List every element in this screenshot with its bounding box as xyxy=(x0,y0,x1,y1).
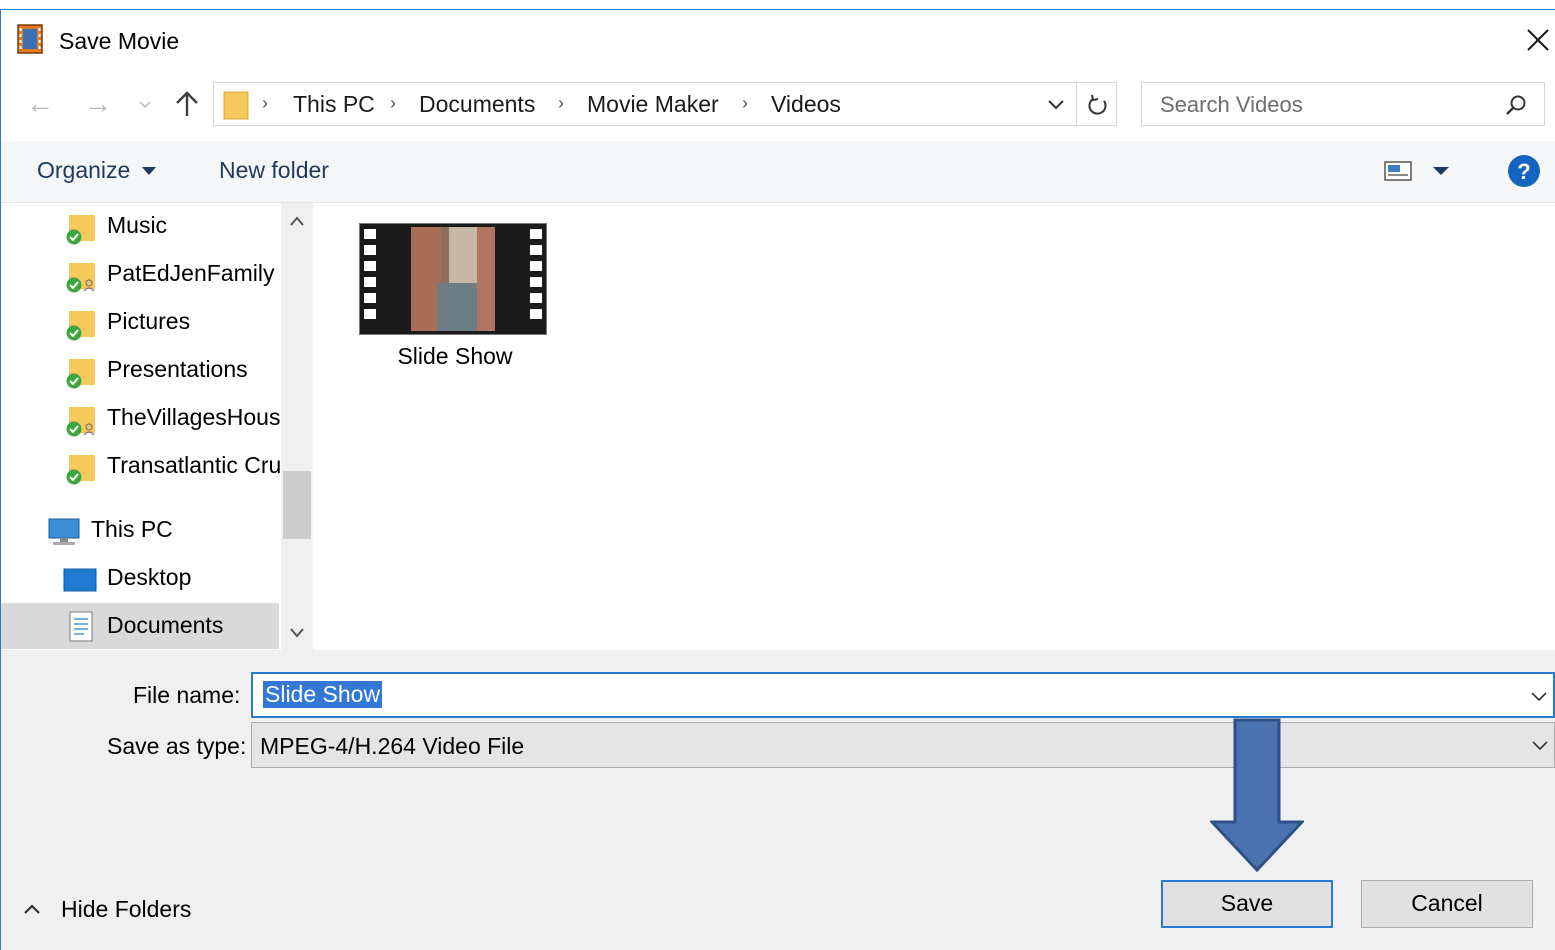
nav-item-label: Transatlantic Cru xyxy=(107,452,281,478)
navigation-pane: Music PatEdJenFamily Pictures Presentati… xyxy=(1,203,313,650)
nav-item-presentations[interactable]: Presentations xyxy=(1,347,279,393)
save-as-type-label: Save as type: xyxy=(107,733,247,759)
synced-folder-icon xyxy=(66,215,95,245)
nav-item-label: Pictures xyxy=(107,308,191,334)
organize-menu-button[interactable]: Organize xyxy=(37,157,130,184)
synced-folder-icon xyxy=(66,455,95,485)
nav-item-label: TheVillagesHous xyxy=(107,404,281,430)
search-icon[interactable] xyxy=(1504,93,1528,117)
save-as-type-value: MPEG-4/H.264 Video File xyxy=(260,733,525,759)
file-name-dropdown-chevron-icon[interactable] xyxy=(1529,686,1549,706)
synced-folder-icon xyxy=(66,311,95,341)
file-list-view: Slide Show xyxy=(315,203,1555,650)
back-arrow-icon[interactable]: ← xyxy=(26,88,54,120)
nav-item-label: Presentations xyxy=(107,356,248,382)
nav-item-transatlantic-cruise[interactable]: Transatlantic Cru xyxy=(1,443,281,489)
new-folder-button[interactable]: New folder xyxy=(219,157,329,184)
shared-synced-folder-icon xyxy=(66,263,95,293)
close-icon[interactable] xyxy=(1524,26,1552,54)
breadcrumb-separator-icon: › xyxy=(742,93,748,113)
nav-scrollbar[interactable] xyxy=(281,203,313,650)
refresh-icon[interactable] xyxy=(1086,93,1110,117)
organize-dropdown-caret-icon[interactable] xyxy=(141,166,157,176)
cancel-button[interactable]: Cancel xyxy=(1361,880,1533,928)
window-title: Save Movie xyxy=(59,28,180,54)
nav-item-label: Documents xyxy=(107,612,224,638)
breadcrumb-movie-maker[interactable]: Movie Maker xyxy=(587,91,719,118)
title-bar: Save Movie xyxy=(0,10,1555,72)
search-input[interactable] xyxy=(1158,91,1492,119)
breadcrumb-videos[interactable]: Videos xyxy=(771,91,841,118)
nav-item-thevillageshous[interactable]: TheVillagesHous xyxy=(1,395,281,441)
address-bar[interactable]: › This PC › Documents › Movie Maker › Vi… xyxy=(213,82,1117,126)
file-item-slide-show[interactable]: Slide Show xyxy=(355,221,555,381)
recent-locations-chevron-icon[interactable] xyxy=(138,100,152,110)
svg-text:?: ? xyxy=(1517,159,1530,184)
down-arrow-annotation-icon xyxy=(1210,718,1304,872)
computer-icon xyxy=(48,518,80,545)
breadcrumb-documents[interactable]: Documents xyxy=(419,91,535,118)
nav-item-desktop[interactable]: Desktop xyxy=(1,555,279,601)
up-folder-arrow-icon[interactable] xyxy=(174,90,200,118)
nav-item-label: Desktop xyxy=(107,564,192,590)
save-type-dropdown-chevron-icon[interactable] xyxy=(1530,735,1550,755)
breadcrumb-separator-icon: › xyxy=(558,93,564,113)
scrollbar-thumb[interactable] xyxy=(283,471,311,539)
desktop-icon xyxy=(63,568,97,592)
nav-item-patedjenfamily[interactable]: PatEdJenFamily xyxy=(1,251,279,297)
address-dropdown-chevron-icon[interactable] xyxy=(1046,98,1066,112)
file-name-label: File name: xyxy=(133,682,241,708)
breadcrumb-separator-icon: › xyxy=(262,93,268,113)
nav-item-music[interactable]: Music xyxy=(1,203,279,249)
change-view-icon[interactable] xyxy=(1383,159,1413,183)
forward-arrow-icon[interactable]: → xyxy=(84,88,112,120)
file-item-label: Slide Show xyxy=(397,343,513,369)
divider xyxy=(1076,83,1077,125)
file-name-value[interactable]: Slide Show xyxy=(263,681,383,708)
breadcrumb-this-pc[interactable]: This PC xyxy=(293,91,375,118)
file-name-input[interactable]: Slide Show xyxy=(251,672,1555,718)
nav-item-pictures[interactable]: Pictures xyxy=(1,299,279,345)
save-button[interactable]: Save xyxy=(1161,880,1333,928)
documents-icon xyxy=(69,611,93,642)
nav-item-this-pc[interactable]: This PC xyxy=(1,507,279,553)
nav-item-label: This PC xyxy=(91,516,173,542)
search-box[interactable] xyxy=(1141,82,1545,126)
scroll-up-chevron-icon[interactable] xyxy=(289,215,305,227)
chevron-up-icon xyxy=(24,904,40,914)
video-thumbnail-icon xyxy=(359,223,547,335)
hide-folders-label: Hide Folders xyxy=(61,896,192,922)
shared-synced-folder-icon xyxy=(66,407,95,437)
nav-item-label: PatEdJenFamily xyxy=(107,260,275,286)
folder-icon xyxy=(223,91,249,120)
nav-item-label: Music xyxy=(107,212,168,238)
help-icon[interactable]: ? xyxy=(1507,154,1541,188)
breadcrumb-separator-icon: › xyxy=(390,93,396,113)
film-app-icon xyxy=(17,24,43,54)
scroll-down-chevron-icon[interactable] xyxy=(289,627,305,639)
nav-item-documents[interactable]: Documents xyxy=(1,603,279,649)
save-as-type-select[interactable]: MPEG-4/H.264 Video File xyxy=(251,722,1555,768)
command-toolbar: Organize New folder ? xyxy=(1,141,1555,203)
synced-folder-icon xyxy=(66,359,95,389)
view-options-caret-icon[interactable] xyxy=(1432,166,1450,176)
